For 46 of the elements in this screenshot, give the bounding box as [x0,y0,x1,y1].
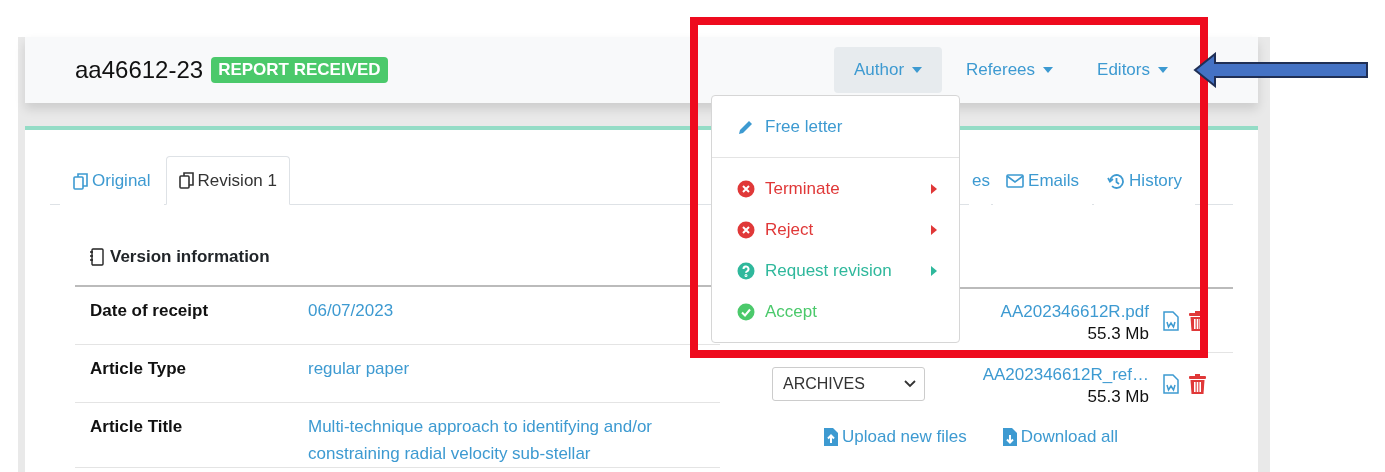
submenu-caret-icon [931,265,937,276]
copy-icon [73,172,88,190]
close-circle-icon [737,179,755,198]
download-link[interactable]: Download all [1002,427,1119,447]
menu-item[interactable]: Free letter [712,106,959,147]
field-label: Article Title [90,417,184,438]
check-circle-icon [737,302,755,321]
category-select[interactable]: ARCHIVES [772,367,925,401]
envelope-icon [1006,174,1025,188]
file-size: 55.3 Mb [1087,323,1149,344]
chevron-down-icon [904,380,916,388]
notebook-icon [90,248,104,266]
menu-button[interactable]: Author [834,47,943,93]
field-label: Date of receipt [90,301,210,322]
close-circle-icon [737,220,755,239]
menu-item[interactable]: Accept [712,291,959,332]
submenu-caret-icon [931,183,937,194]
section-title: Version information [110,247,270,267]
caret-icon [912,67,923,73]
menu-button[interactable]: Editors [1077,47,1188,93]
status-badge: REPORT RECEIVED [211,57,388,83]
question-circle-icon [737,261,755,280]
word-file-icon[interactable] [1163,374,1179,394]
tab[interactable]: Revision 1 [165,156,290,205]
file-upload-icon [824,428,838,446]
menu-item[interactable]: Request revision [712,250,959,291]
file-link[interactable]: AA202346612R_ref… [982,365,1149,385]
upload-link[interactable]: Upload new files [824,427,967,447]
menu-item[interactable]: Reject [712,209,959,250]
file-size: 55.3 Mb [1087,387,1149,407]
field-value: 06/07/2023 [308,300,395,322]
field-value: regular paper [308,358,411,380]
caret-icon [1043,67,1054,73]
menu-button[interactable]: Referees [946,47,1074,93]
field-label: Article Type [90,359,188,380]
file-link[interactable]: AA202346612R.pdf [1000,301,1149,322]
caret-icon [1158,67,1168,73]
trash-icon[interactable] [1189,374,1206,394]
word-file-icon[interactable] [1163,310,1179,331]
copy-icon [178,172,194,189]
field-value: Multi-technique approach to identifying and/or constraining radial velocity sub-stellar [308,416,653,465]
menu-item[interactable]: Terminate [712,168,959,209]
history-icon [1107,172,1126,190]
manuscript-id: aa46612-23 [75,56,204,84]
submenu-caret-icon [931,224,937,235]
file-download-icon [1002,428,1017,446]
